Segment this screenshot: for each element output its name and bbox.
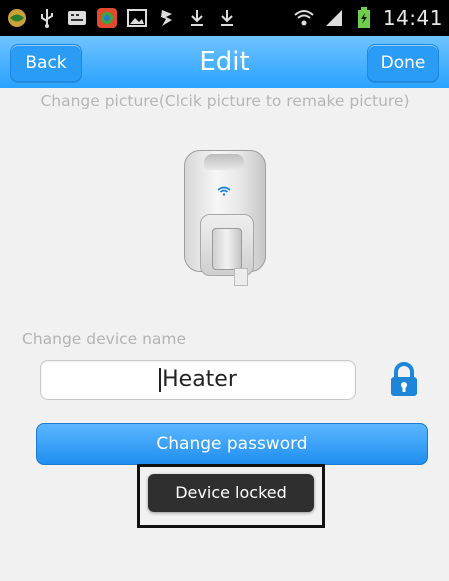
wifi-icon <box>293 7 315 29</box>
device-name-value: Heater <box>162 367 237 392</box>
done-button[interactable]: Done <box>367 44 439 82</box>
app-header: Edit Back Done <box>0 36 449 88</box>
color-app-icon <box>96 7 118 29</box>
device-cord <box>234 268 248 286</box>
image-icon <box>126 7 148 29</box>
picture-instruction: Change picture(Clcik picture to remake p… <box>40 92 410 110</box>
device-wifi-icon <box>217 186 231 199</box>
download-icon <box>216 7 238 29</box>
lock-icon[interactable] <box>386 362 422 398</box>
device-name-field[interactable]: Heater <box>40 360 356 400</box>
app-icon <box>6 7 28 29</box>
usb-icon <box>36 7 58 29</box>
keyboard-icon <box>66 7 88 29</box>
status-bar: 14:41 <box>0 0 449 36</box>
device-picture[interactable] <box>184 150 266 286</box>
text-cursor <box>159 368 162 392</box>
flash-icon <box>156 7 178 29</box>
status-time: 14:41 <box>382 6 443 30</box>
device-cap <box>204 154 244 170</box>
device-plug-grip <box>212 228 242 270</box>
change-password-button[interactable]: Change password <box>36 423 428 465</box>
back-button[interactable]: Back <box>10 44 82 82</box>
status-right-icons: 14:41 <box>293 6 443 30</box>
status-left-icons <box>6 6 238 30</box>
signal-icon <box>323 7 345 29</box>
device-name-label: Change device name <box>22 330 187 348</box>
battery-icon <box>353 7 375 29</box>
download-icon <box>186 7 208 29</box>
toast-message: Device locked <box>148 474 314 512</box>
